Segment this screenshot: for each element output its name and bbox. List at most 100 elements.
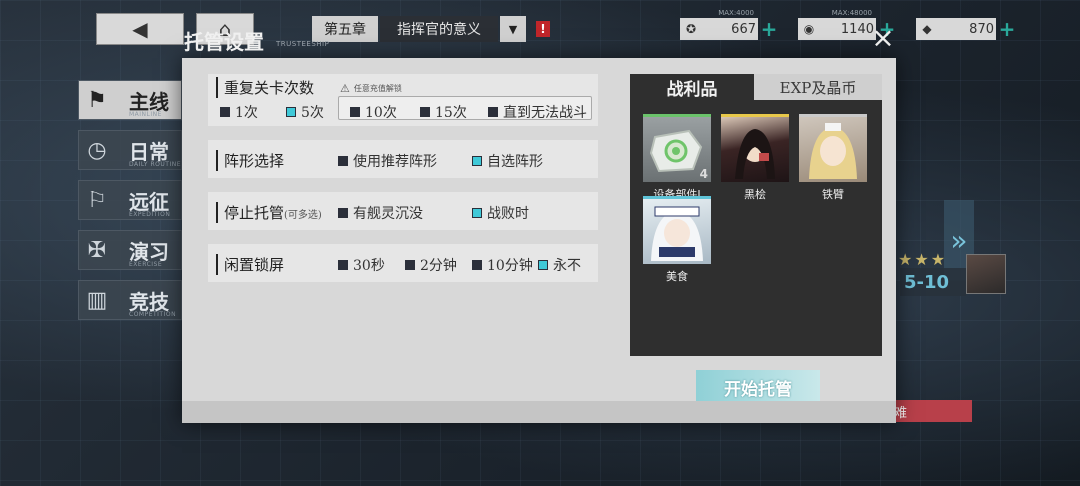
back-arrow-icon: ◀ <box>132 17 148 41</box>
dialog-subtitle: TRUSTEESHIP <box>276 40 330 48</box>
checkbox[interactable] <box>405 260 415 270</box>
stop-option-ship-sunk[interactable]: 有舰灵沉没 <box>338 203 423 223</box>
checkbox-checked[interactable] <box>472 208 482 218</box>
checkbox[interactable] <box>350 107 360 117</box>
sidebar-item-daily[interactable]: ◷ 日常 DAILY ROUTINE <box>78 130 182 170</box>
option-label: 使用推荐阵形 <box>353 154 437 170</box>
option-label: 战败时 <box>487 206 529 222</box>
repeat-setting-row: 重复关卡次数 ⚠ 任意充值解锁 1次 5次 10次 15次 直到无法战斗 <box>208 74 598 126</box>
checkbox[interactable] <box>338 260 348 270</box>
sidebar-item-exercise[interactable]: ✠ 演习 EXERCISE <box>78 230 182 270</box>
start-trusteeship-button[interactable]: 开始托管 <box>696 370 820 404</box>
loot-item[interactable]: 4 设备部件I <box>643 114 711 202</box>
repeat-option-1[interactable]: 1次 <box>220 102 258 122</box>
close-icon: × <box>871 21 895 54</box>
item-name: 铁臂 <box>822 188 844 201</box>
back-button[interactable]: ◀ <box>96 13 184 45</box>
repeat-option-5[interactable]: 5次 <box>286 102 324 122</box>
option-label: 15次 <box>435 105 467 121</box>
character-portrait <box>721 114 789 182</box>
stop-setting-row: 停止托管(可多选) 有舰灵沉没 战败时 <box>208 192 598 230</box>
ration-icon: ◉ <box>803 22 815 36</box>
portrait-icon <box>809 123 857 179</box>
stage-stars: ★★★ <box>898 250 948 269</box>
portrait-icon <box>651 206 703 261</box>
sidebar-item-competition[interactable]: ▥ 竞技 COMPETITION <box>78 280 182 320</box>
repeat-option-10[interactable]: 10次 <box>350 102 397 122</box>
checkbox[interactable] <box>338 208 348 218</box>
formation-label: 阵形选择 <box>216 150 284 171</box>
ammo-icon: ✪ <box>685 22 697 36</box>
option-label: 直到无法战斗 <box>503 105 587 121</box>
idle-option-30s[interactable]: 30秒 <box>338 255 385 275</box>
chapter-dropdown-button[interactable]: ▼ <box>500 16 526 42</box>
repeat-option-until-defeat[interactable]: 直到无法战斗 <box>488 102 587 122</box>
sidebar-item-expedition[interactable]: ⚐ 远征 EXPEDITION <box>78 180 182 220</box>
warning-icon: ⚠ <box>340 82 350 95</box>
option-label: 1次 <box>235 105 258 121</box>
add-resource-button[interactable]: + <box>998 17 1016 41</box>
daily-icon: ◷ <box>87 137 107 163</box>
sidebar-item-sub: DAILY ROUTINE <box>129 161 182 168</box>
gem-icon: ◆ <box>922 22 932 36</box>
checkbox-checked[interactable] <box>286 107 296 117</box>
item-name: 美食 <box>666 270 688 283</box>
resource-value: 1140 <box>840 21 874 37</box>
sidebar-item-sub: EXPEDITION <box>129 211 171 218</box>
repeat-label: 重复关卡次数 <box>216 77 314 98</box>
loot-item[interactable]: 铁臂 <box>799 114 867 202</box>
sidebar-item-sub: EXERCISE <box>129 261 163 268</box>
close-button[interactable]: × <box>870 24 896 52</box>
alert-badge[interactable]: ! <box>536 21 550 37</box>
option-label: 10次 <box>365 105 397 121</box>
stop-label-note: (可多选) <box>284 210 322 221</box>
option-label: 10分钟 <box>487 258 533 274</box>
portrait-icon <box>735 129 775 179</box>
checkbox[interactable] <box>338 156 348 166</box>
flag-icon: ⚐ <box>87 187 107 213</box>
option-label: 永不 <box>553 258 581 274</box>
add-resource-button[interactable]: + <box>760 17 778 41</box>
resource-value: 870 <box>969 21 994 37</box>
option-label: 5次 <box>301 105 324 121</box>
sidebar-item-sub: MAINLINE <box>129 111 162 118</box>
resource-max: MAX:48000 <box>831 9 872 17</box>
repeat-option-15[interactable]: 15次 <box>420 102 467 122</box>
idle-lock-label: 闲置锁屏 <box>216 254 284 275</box>
stage-number[interactable]: 5-10 <box>900 268 966 296</box>
tab-loot[interactable]: 战利品 <box>630 74 754 100</box>
chapter-tag: 第五章 <box>312 16 378 42</box>
checkbox[interactable] <box>220 107 230 117</box>
formation-option-recommended[interactable]: 使用推荐阵形 <box>338 151 437 171</box>
item-name: 黑桧 <box>744 188 766 201</box>
loot-item[interactable]: 美食 <box>643 196 711 284</box>
resource-max: MAX:4000 <box>718 9 754 17</box>
idle-option-2min[interactable]: 2分钟 <box>405 255 457 275</box>
idle-option-never[interactable]: 永不 <box>538 255 581 275</box>
idle-option-10min[interactable]: 10分钟 <box>472 255 533 275</box>
idle-lock-setting-row: 闲置锁屏 30秒 2分钟 10分钟 永不 <box>208 244 598 282</box>
chevron-down-icon: ▼ <box>508 22 518 36</box>
checkbox-checked[interactable] <box>472 156 482 166</box>
repeat-warning: ⚠ 任意充值解锁 <box>340 82 402 95</box>
option-label: 2分钟 <box>420 258 457 274</box>
checkbox-checked[interactable] <box>538 260 548 270</box>
resource-gem: ◆ 870 + <box>916 17 1015 41</box>
item-count: 4 <box>699 167 708 181</box>
stop-label: 停止托管(可多选) <box>216 202 322 223</box>
resource-ration: MAX:48000 ◉ 1140 + <box>798 9 895 41</box>
sidebar-item-mainline[interactable]: ⚑ 主线 MAINLINE <box>78 80 182 120</box>
tab-exp-coins[interactable]: EXP及晶币 <box>754 74 882 100</box>
dialog-footer <box>182 401 896 423</box>
checkbox[interactable] <box>420 107 430 117</box>
character-portrait <box>643 196 711 264</box>
stop-option-defeat[interactable]: 战败时 <box>472 203 529 223</box>
checkbox[interactable] <box>488 107 498 117</box>
checkbox[interactable] <box>472 260 482 270</box>
chapter-name: 指挥官的意义 <box>380 16 498 42</box>
formation-option-custom[interactable]: 自选阵形 <box>472 151 543 171</box>
stop-label-text: 停止托管 <box>224 204 285 222</box>
option-label: 有舰灵沉没 <box>353 206 423 222</box>
loot-item[interactable]: 黑桧 <box>721 114 789 202</box>
exercise-icon: ✠ <box>87 237 107 263</box>
